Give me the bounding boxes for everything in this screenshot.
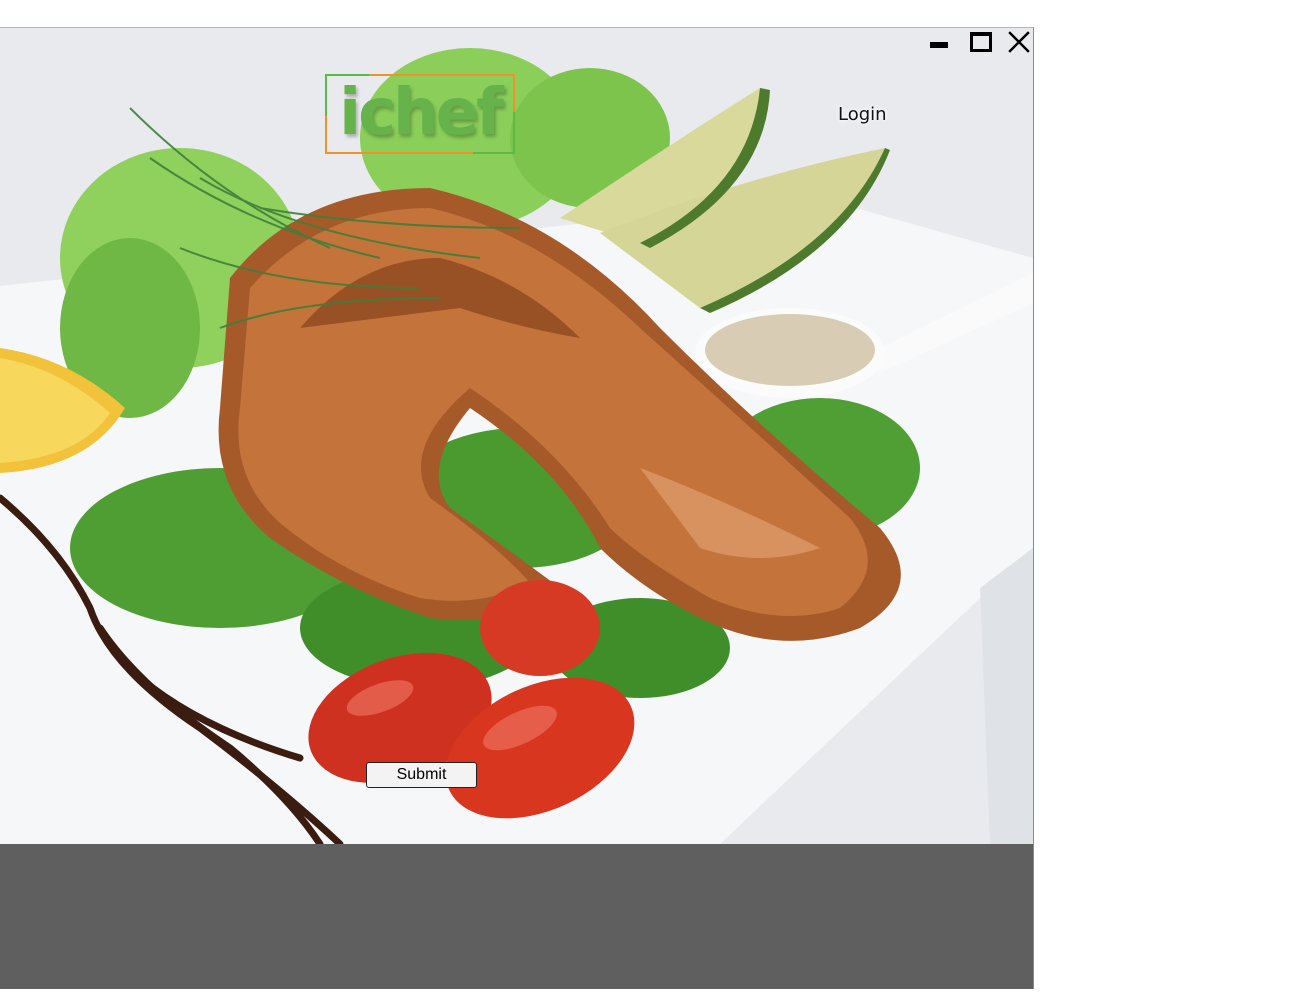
app-window: ichef Login Submit — [0, 27, 1034, 989]
food-photo-illustration — [0, 28, 1033, 844]
ichef-logo[interactable]: ichef — [325, 74, 515, 154]
minimize-icon — [930, 42, 948, 48]
hero-food-photo: ichef Login Submit — [0, 28, 1033, 844]
login-link[interactable]: Login — [838, 104, 887, 125]
logo-text: ichef — [339, 76, 504, 150]
minimize-button[interactable] — [924, 28, 954, 56]
submit-button[interactable]: Submit — [366, 762, 477, 788]
close-button[interactable] — [1004, 28, 1033, 56]
bottom-panel — [0, 844, 1033, 989]
close-icon — [1008, 31, 1030, 53]
maximize-button[interactable] — [966, 28, 996, 56]
maximize-icon — [970, 32, 992, 52]
